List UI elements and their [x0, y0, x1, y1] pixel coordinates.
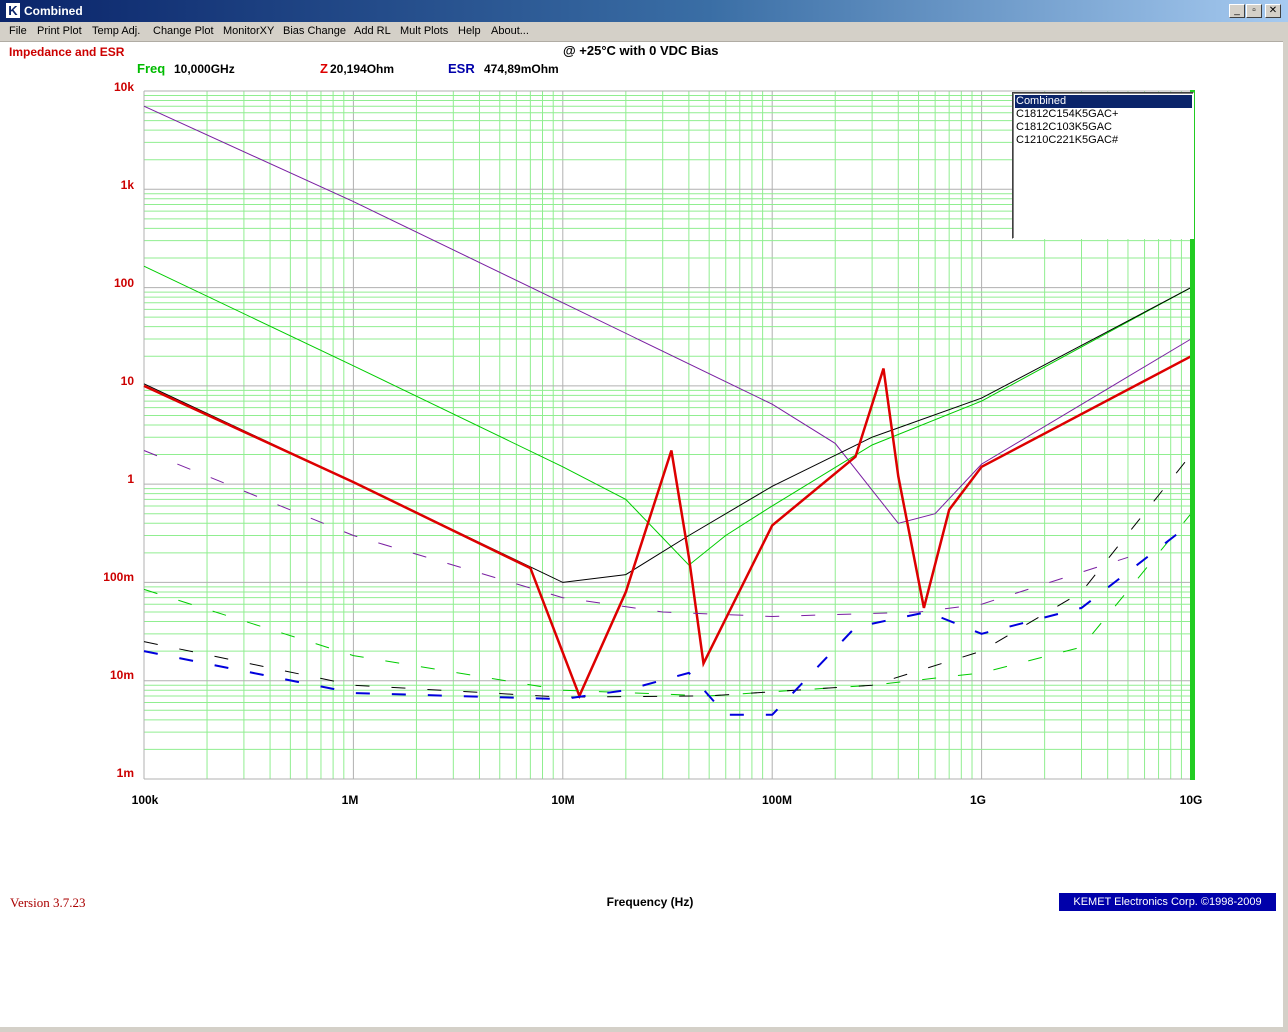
series-c1210c221k5gac-line [143, 287, 1192, 583]
legend-item-c1812c103[interactable]: C1812C103K5GAC [1015, 121, 1192, 134]
series-c1812c103k5gac-esr-line [143, 513, 1192, 697]
legend-item-combined[interactable]: Combined [1015, 95, 1192, 108]
legend-item-c1812c154[interactable]: C1812C154K5GAC+ [1015, 108, 1192, 121]
series-combined-esr-line [143, 522, 1192, 716]
copyright-banner: KEMET Electronics Corp. ©1998-2009 [1059, 893, 1276, 911]
x-axis-label: Frequency (Hz) [606, 895, 694, 909]
series-c1210c221k5gac-esr-line [143, 454, 1192, 698]
version-label: Version 3.7.23 [10, 895, 86, 910]
legend-item-c1210c221[interactable]: C1210C221K5GAC# [1015, 134, 1192, 147]
device-legend-list[interactable]: Combined C1812C154K5GAC+ C1812C103K5GAC … [1012, 92, 1194, 239]
